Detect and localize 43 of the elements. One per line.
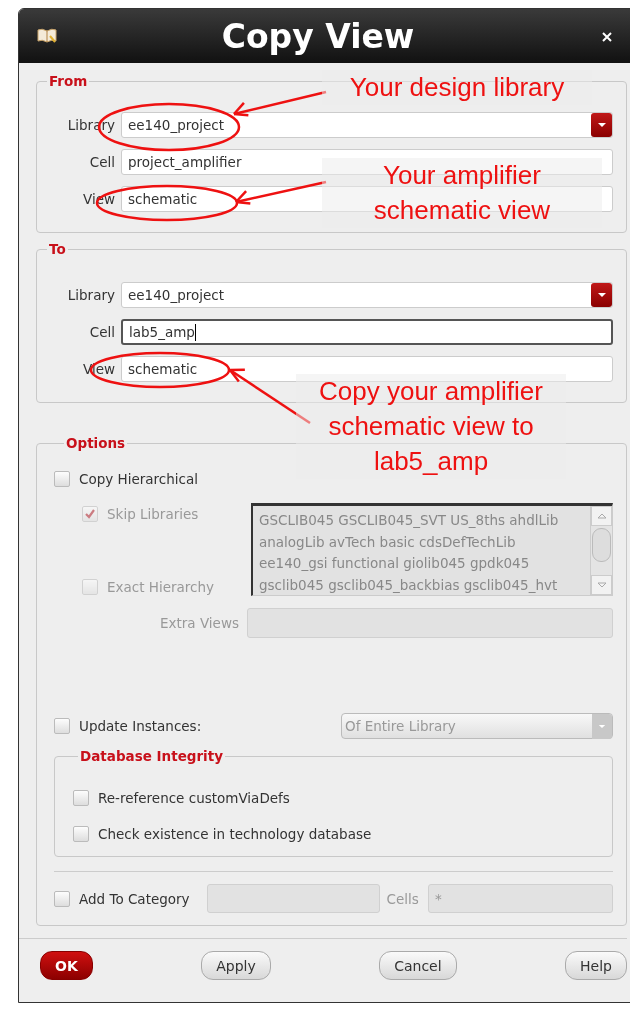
checkbox-label: Check existence in technology database <box>98 826 372 842</box>
field-label: Cell <box>88 154 116 170</box>
field-label: Extra Views <box>159 615 239 631</box>
dropdown-button[interactable] <box>591 283 612 307</box>
field-label: Library <box>66 287 116 303</box>
checkbox[interactable] <box>54 890 70 907</box>
checkbox-label: Exact Hierarchy <box>107 579 215 595</box>
checkbox[interactable] <box>54 471 70 487</box>
dialog-button[interactable]: Cancel <box>379 951 457 980</box>
combo-box[interactable]: ee140_project <box>121 282 613 308</box>
up-arrow-icon[interactable] <box>596 513 607 519</box>
field-label: Cell <box>88 324 116 340</box>
text-field[interactable]: lab5_amp <box>121 319 613 345</box>
checkbox-label: Re-reference customViaDefs <box>98 790 290 806</box>
checkbox-label: Update Instances: <box>79 718 202 734</box>
text-field[interactable]: schematic <box>121 356 613 382</box>
dialog-button[interactable]: Help <box>565 951 627 980</box>
group-title: Database Integrity <box>79 748 224 764</box>
checkbox-label: Skip Libraries <box>107 506 199 522</box>
checkbox-label: Copy Hierarchical <box>79 471 198 487</box>
scrollbar[interactable] <box>590 506 612 595</box>
window-title: Copy View <box>221 16 415 56</box>
field-value: ee140_project <box>128 117 224 133</box>
field-value: ee140_project <box>128 287 224 303</box>
group-title: From <box>48 73 89 89</box>
combo-box[interactable]: ee140_project <box>121 112 613 138</box>
caret-icon <box>592 713 612 739</box>
dialog-button[interactable]: OK <box>40 951 93 980</box>
checkbox-label: Add To Category <box>79 890 190 907</box>
group-title: To <box>48 241 67 257</box>
checkbox[interactable] <box>54 718 70 734</box>
field-label: Cells <box>386 890 419 907</box>
checkbox[interactable] <box>73 790 89 806</box>
caret-icon <box>596 122 607 128</box>
caret-icon <box>596 292 607 298</box>
book-icon <box>37 27 57 43</box>
text-field[interactable] <box>206 884 380 913</box>
dialog-button[interactable]: Apply <box>201 951 271 980</box>
group-title: Options <box>65 435 127 451</box>
checkbox[interactable] <box>73 826 89 842</box>
down-arrow-icon[interactable] <box>596 582 607 588</box>
dropdown-button[interactable] <box>591 113 612 137</box>
close-icon[interactable] <box>601 31 613 43</box>
